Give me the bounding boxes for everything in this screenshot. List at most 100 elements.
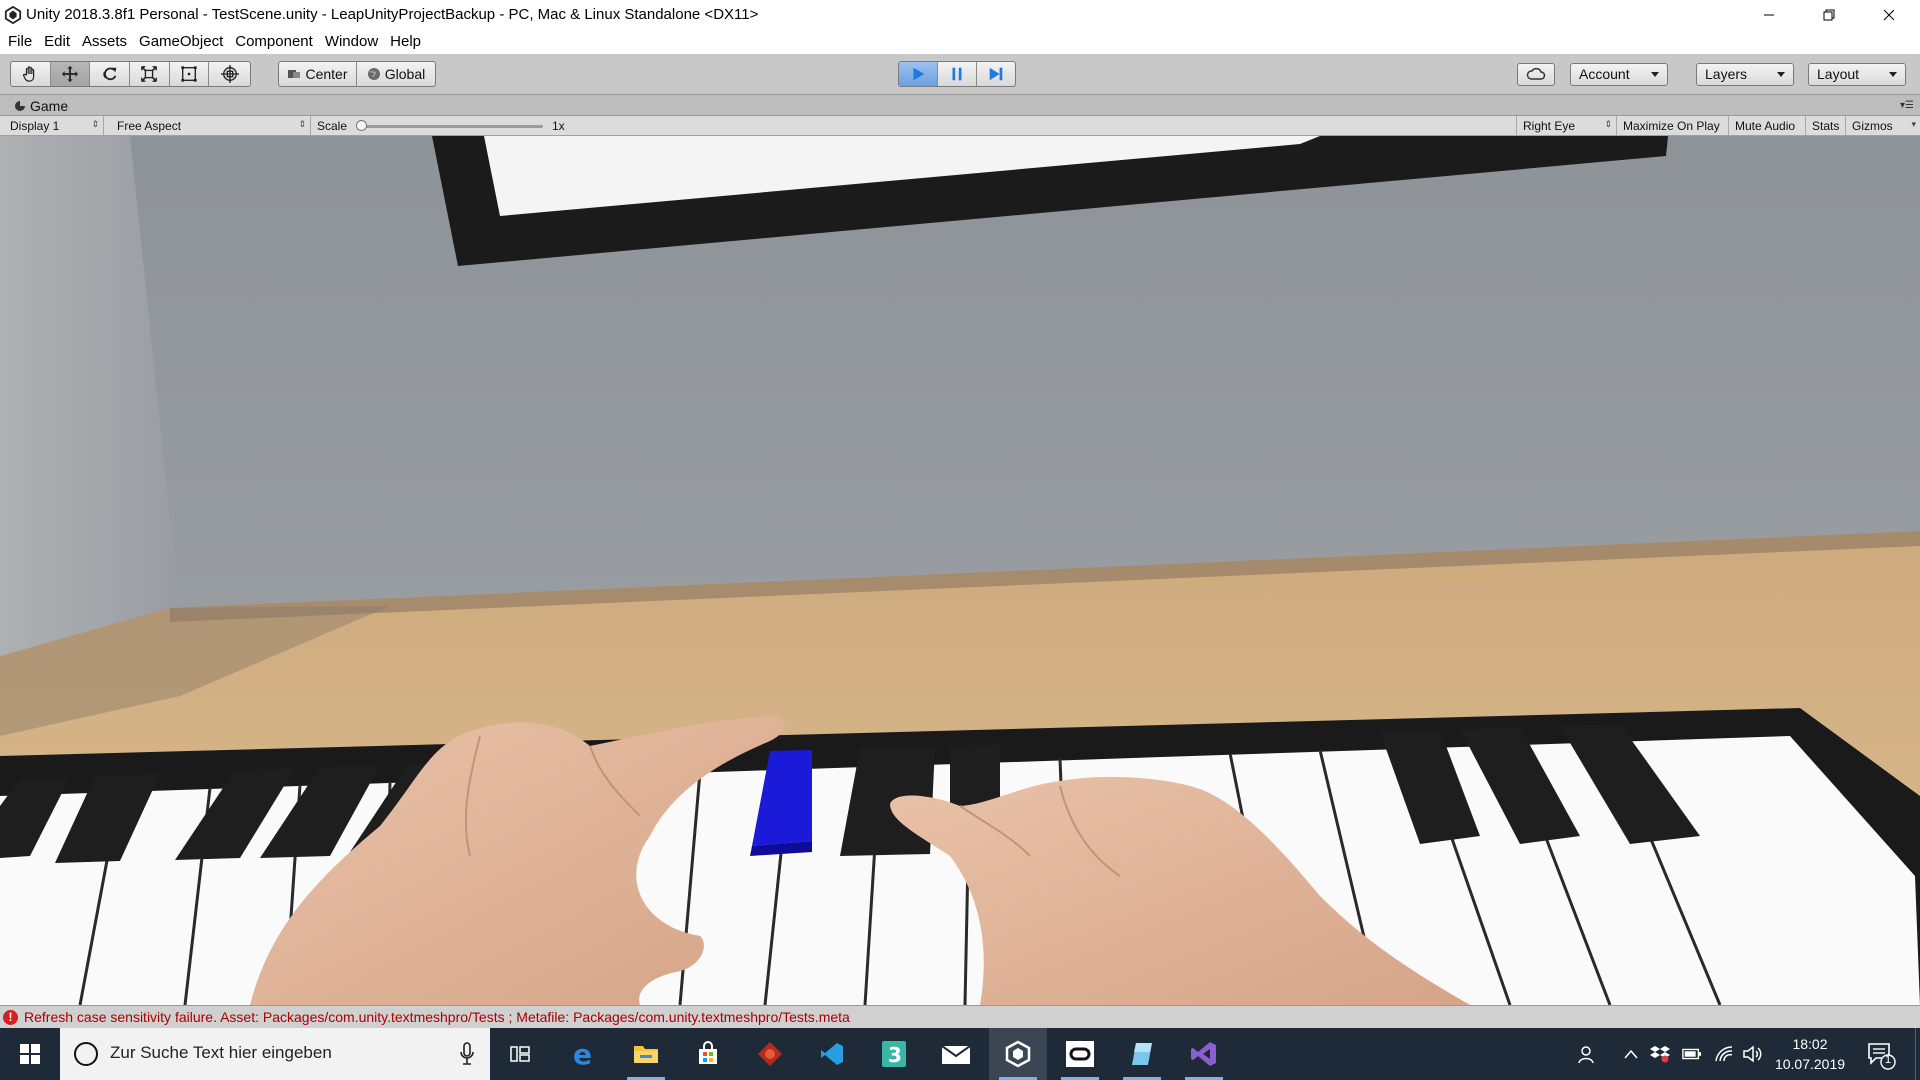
stats-toggle[interactable]: Stats <box>1806 116 1846 135</box>
taskbar-file-explorer[interactable] <box>617 1028 675 1080</box>
eye-label: Right Eye <box>1523 119 1576 133</box>
taskbar-unity[interactable] <box>989 1028 1047 1080</box>
close-button[interactable] <box>1866 0 1912 30</box>
gizmos-label: Gizmos <box>1852 119 1893 133</box>
file-explorer-icon <box>634 1046 658 1063</box>
taskbar-edge[interactable]: e <box>555 1028 613 1080</box>
scale-slider-thumb[interactable] <box>356 120 367 131</box>
rect-tool-button[interactable] <box>170 62 210 86</box>
windows-taskbar: Zur Suche Text hier eingeben e 3 18:02 1… <box>0 1028 1920 1080</box>
clock[interactable]: 18:02 10.07.2019 <box>1770 1034 1850 1074</box>
title-bar: Unity 2018.3.8f1 Personal - TestScene.un… <box>0 0 1920 30</box>
space-global-label: Global <box>384 66 426 82</box>
collab-cloud-button[interactable] <box>1517 63 1555 86</box>
chevron-down-icon <box>1777 72 1785 77</box>
action-center-button[interactable]: 1 <box>1866 1040 1896 1070</box>
show-desktop-button[interactable] <box>1915 1028 1920 1080</box>
game-viewport[interactable] <box>0 136 1920 1005</box>
gizmos-dropdown[interactable]: Gizmos ▾ <box>1846 116 1920 135</box>
error-icon: ! <box>3 1010 18 1025</box>
updown-icon: ⇕ <box>1604 119 1612 129</box>
taskbar-vscode[interactable] <box>803 1028 861 1080</box>
menu-component[interactable]: Component <box>229 30 319 54</box>
taskbar-store[interactable] <box>679 1028 737 1080</box>
main-toolbar: Center Global Account Layers Layout <box>0 54 1920 95</box>
step-button[interactable] <box>977 62 1015 86</box>
close-icon <box>1883 9 1895 21</box>
pivot-toggle-group: Center Global <box>278 61 436 87</box>
space-global-button[interactable]: Global <box>357 62 435 86</box>
transform-tool-button[interactable] <box>209 62 250 86</box>
pivot-center-label: Center <box>305 66 348 82</box>
maximize-on-play-toggle[interactable]: Maximize On Play <box>1617 116 1729 135</box>
minimize-button[interactable] <box>1746 0 1792 30</box>
step-icon <box>989 67 1003 81</box>
menu-gameobject[interactable]: GameObject <box>133 30 229 54</box>
rotate-tool-button[interactable] <box>90 62 131 86</box>
volume-icon[interactable] <box>1742 1044 1762 1064</box>
task-view-button[interactable] <box>491 1028 549 1080</box>
tab-menu-icon[interactable]: ▾☰ <box>1900 100 1914 111</box>
minimize-icon <box>1764 14 1774 16</box>
layout-label: Layout <box>1817 66 1860 82</box>
account-label: Account <box>1579 66 1630 82</box>
scale-slider-track[interactable] <box>360 125 543 128</box>
svg-text:3: 3 <box>888 1043 902 1067</box>
clock-time: 18:02 <box>1792 1036 1828 1052</box>
search-box[interactable]: Zur Suche Text hier eingeben <box>60 1028 490 1080</box>
eye-select[interactable]: Right Eye ⇕ <box>1516 116 1617 135</box>
menu-assets[interactable]: Assets <box>76 30 133 54</box>
game-controller-icon <box>15 101 25 111</box>
aspect-select[interactable]: Free Aspect ⇕ <box>111 116 311 135</box>
console-message: Refresh case sensitivity failure. Asset:… <box>24 1009 850 1025</box>
dropbox-icon[interactable] <box>1650 1044 1670 1064</box>
visual-studio-icon <box>1191 1042 1216 1066</box>
hand-tool-button[interactable] <box>11 62 51 86</box>
windows-logo-icon <box>20 1044 40 1064</box>
scale-label: Scale <box>317 119 348 133</box>
menu-file[interactable]: File <box>2 30 38 54</box>
start-button[interactable] <box>0 1028 60 1080</box>
window-title: Unity 2018.3.8f1 Personal - TestScene.un… <box>26 6 759 23</box>
edge-icon: e <box>573 1040 592 1068</box>
pause-icon <box>952 67 962 81</box>
updown-icon: ⇕ <box>91 119 99 129</box>
layers-label: Layers <box>1705 66 1748 82</box>
chevron-down-icon <box>1651 72 1659 77</box>
move-tool-button[interactable] <box>50 62 91 86</box>
pivot-center-button[interactable]: Center <box>279 62 357 86</box>
wifi-icon[interactable] <box>1714 1044 1734 1064</box>
taskbar-red-app[interactable] <box>741 1028 799 1080</box>
mute-audio-toggle[interactable]: Mute Audio <box>1729 116 1806 135</box>
menu-help[interactable]: Help <box>384 30 427 54</box>
taskbar-oculus[interactable] <box>1051 1028 1109 1080</box>
layout-dropdown[interactable]: Layout <box>1808 63 1906 86</box>
game-tab-strip: Game ▾☰ <box>0 95 1920 116</box>
display-select[interactable]: Display 1 ⇕ <box>4 116 104 135</box>
taskbar-mail[interactable] <box>927 1028 985 1080</box>
console-status-bar[interactable]: ! Refresh case sensitivity failure. Asse… <box>0 1005 1920 1028</box>
tab-game[interactable]: Game <box>8 96 74 116</box>
microphone-icon[interactable] <box>460 1042 474 1066</box>
menu-edit[interactable]: Edit <box>38 30 76 54</box>
people-icon[interactable] <box>1578 1044 1598 1064</box>
layers-dropdown[interactable]: Layers <box>1696 63 1794 86</box>
pause-button[interactable] <box>938 62 977 86</box>
taskbar-app-3[interactable]: 3 <box>865 1028 923 1080</box>
notification-count: 1 <box>1885 1054 1892 1066</box>
menu-window[interactable]: Window <box>319 30 384 54</box>
taskbar-visual-studio[interactable] <box>1175 1028 1233 1080</box>
oculus-icon <box>1066 1041 1094 1067</box>
tab-game-label: Game <box>30 98 69 114</box>
taskbar-blue-app[interactable] <box>1113 1028 1171 1080</box>
rect-tool-icon <box>181 66 197 82</box>
scale-tool-button[interactable] <box>130 62 170 86</box>
game-view-toolbar: Display 1 ⇕ Free Aspect ⇕ Scale 1x Right… <box>0 116 1920 136</box>
chevron-up-icon[interactable] <box>1621 1044 1641 1064</box>
battery-icon[interactable] <box>1682 1044 1702 1064</box>
aspect-label: Free Aspect <box>117 119 182 133</box>
account-dropdown[interactable]: Account <box>1570 63 1668 86</box>
notification-icon <box>1868 1043 1896 1070</box>
restore-button[interactable] <box>1806 0 1852 30</box>
play-button[interactable] <box>899 62 939 86</box>
